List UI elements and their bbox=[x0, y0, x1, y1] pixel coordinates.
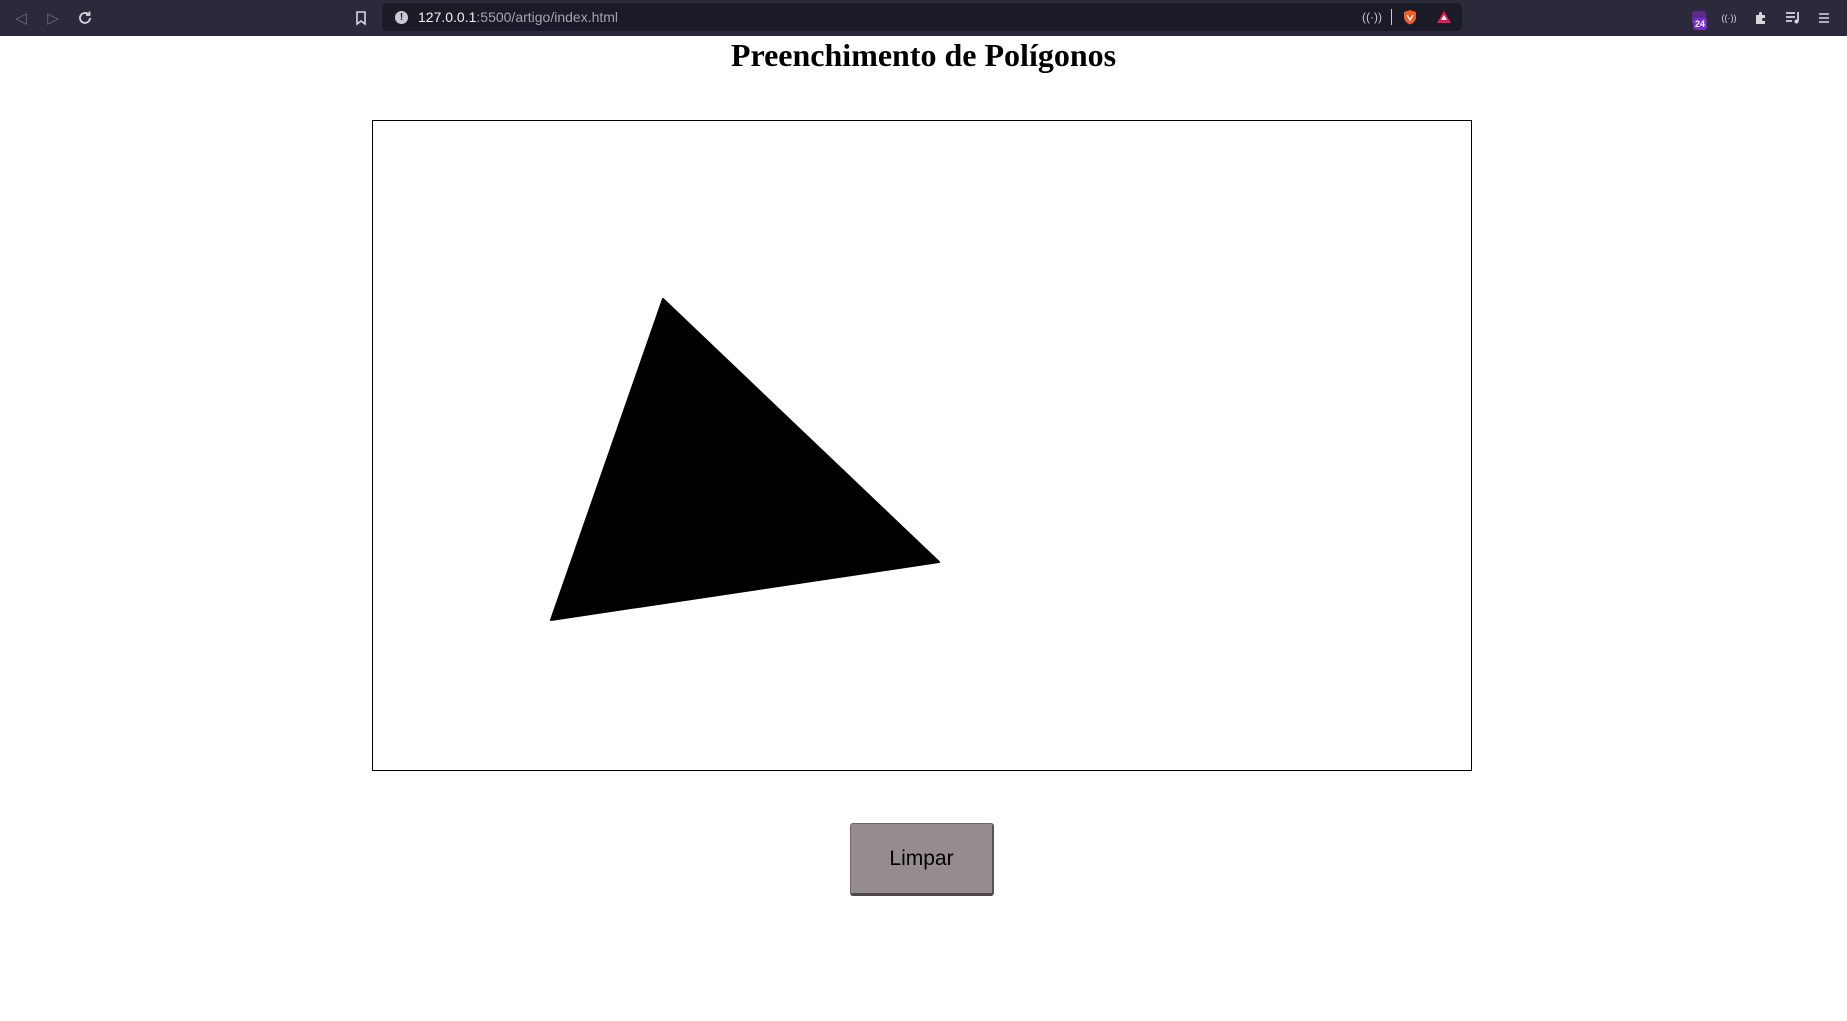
bookmark-icon[interactable] bbox=[349, 6, 373, 30]
url-text[interactable]: 127.0.0.1:5500/artigo/index.html bbox=[418, 9, 618, 25]
canvas-surface[interactable] bbox=[373, 121, 1471, 770]
url-divider bbox=[1391, 9, 1392, 25]
clear-button[interactable]: Limpar bbox=[850, 823, 994, 896]
filled-polygon bbox=[550, 298, 940, 621]
extensions-puzzle-icon[interactable] bbox=[1749, 6, 1773, 30]
rewards-icon[interactable] bbox=[1435, 8, 1453, 26]
wallet-icon[interactable]: ((·)) bbox=[1717, 6, 1741, 30]
page-title: Preenchimento de Polígonos bbox=[730, 37, 1117, 73]
menu-icon[interactable] bbox=[1812, 6, 1836, 30]
forward-icon[interactable]: ▷ bbox=[41, 6, 65, 30]
address-bar[interactable]: ! 127.0.0.1:5500/artigo/index.html ((·)) bbox=[382, 3, 1462, 31]
url-path: :5500/artigo/index.html bbox=[476, 9, 619, 25]
extension-badge: 24 bbox=[1693, 18, 1708, 30]
playlist-icon[interactable] bbox=[1781, 6, 1805, 30]
browser-toolbar: ◁ ▷ ! 127.0.0.1:5500/artigo/index.html (… bbox=[0, 0, 1847, 36]
broadcast-icon[interactable]: ((·)) bbox=[1362, 8, 1382, 26]
drawing-canvas[interactable] bbox=[372, 120, 1472, 771]
back-icon[interactable]: ◁ bbox=[9, 6, 33, 30]
url-host: 127.0.0.1 bbox=[418, 9, 477, 25]
site-info-icon[interactable]: ! bbox=[395, 11, 408, 24]
reload-icon[interactable] bbox=[73, 6, 97, 30]
brave-shield-icon[interactable] bbox=[1401, 8, 1419, 26]
